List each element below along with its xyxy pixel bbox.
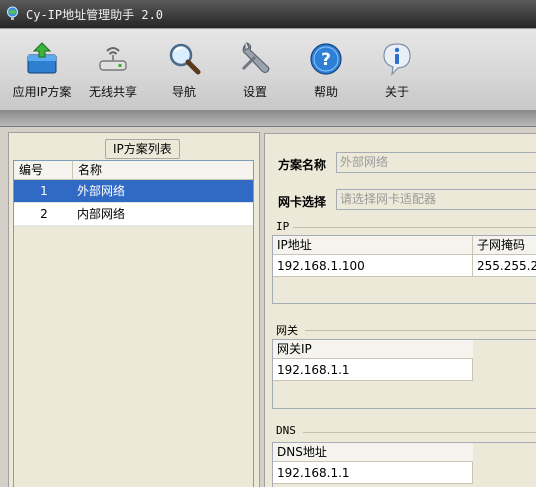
nic-select-dropdown[interactable]: 请选择网卡适配器 (336, 189, 536, 210)
ip-section-divider (293, 227, 536, 228)
help-button[interactable]: ? 帮助 (291, 35, 361, 105)
settings-label: 设置 (242, 85, 267, 99)
svg-text:?: ? (321, 50, 331, 70)
main-area: IP方案列表 编号 名称 1 外部网络 2 内部网络 方案名称 外部网络 网卡选… (0, 126, 536, 487)
ip-address-cell[interactable]: 192.168.1.100 (273, 255, 473, 277)
window-title: Cy-IP地址管理助手 2.0 (26, 8, 164, 22)
ip-plan-list-panel: IP方案列表 编号 名称 1 外部网络 2 内部网络 (8, 132, 260, 487)
list-item-id: 2 (40, 207, 48, 221)
subnet-mask-cell[interactable]: 255.255.2 (473, 255, 536, 277)
ip-section-title: IP (276, 220, 290, 233)
plan-name-label: 方案名称 (278, 158, 327, 172)
wireless-share-icon (99, 47, 127, 71)
info-icon (383, 43, 411, 76)
help-label: 帮助 (313, 85, 338, 99)
list-header: 编号 名称 (14, 161, 253, 180)
navigation-button[interactable]: 导航 (149, 35, 219, 105)
settings-button[interactable]: 设置 (220, 35, 290, 105)
wrench-icon (241, 41, 270, 74)
gateway-section-title: 网关 (276, 324, 298, 337)
dns-address-column-header[interactable]: DNS地址 (273, 443, 473, 462)
gateway-grid[interactable]: 网关IP 192.168.1.1 (272, 339, 536, 409)
navigation-label: 导航 (171, 85, 196, 99)
apply-ip-plan-label: 应用IP方案 (12, 85, 72, 99)
dns-section-divider (303, 432, 536, 433)
apply-ip-plan-button[interactable]: 应用IP方案 (7, 35, 77, 105)
column-header-name[interactable]: 名称 (74, 161, 254, 180)
ip-plan-list[interactable]: 编号 名称 1 外部网络 2 内部网络 (13, 160, 254, 487)
wireless-share-button[interactable]: 无线共享 (78, 35, 148, 105)
nic-select-label: 网卡选择 (278, 195, 327, 209)
list-item[interactable]: 1 外部网络 (14, 180, 253, 203)
list-item[interactable]: 2 内部网络 (14, 203, 253, 226)
app-globe-icon (7, 6, 18, 20)
apply-package-icon (27, 42, 57, 74)
column-header-id[interactable]: 编号 (14, 161, 73, 180)
toolbar: 应用IP方案 无线共享 导航 设置 ? 帮助 关于 (0, 28, 536, 110)
dns-section-title: DNS (276, 424, 296, 437)
help-icon: ? (310, 43, 342, 75)
subnet-mask-column-header[interactable]: 子网掩码 (473, 236, 536, 255)
dns-address-cell[interactable]: 192.168.1.1 (273, 462, 473, 484)
list-item-name: 内部网络 (77, 207, 126, 221)
ip-grid-header: IP地址 子网掩码 (273, 236, 536, 255)
list-item-id: 1 (40, 184, 48, 198)
dns-grid[interactable]: DNS地址 192.168.1.1 (272, 442, 536, 487)
gateway-grid-row[interactable]: 192.168.1.1 (273, 359, 536, 381)
about-label: 关于 (384, 85, 409, 99)
ip-address-column-header[interactable]: IP地址 (273, 236, 473, 255)
ip-plan-list-title: IP方案列表 (105, 139, 180, 159)
wireless-share-label: 无线共享 (88, 85, 137, 99)
ip-grid[interactable]: IP地址 子网掩码 192.168.1.100 255.255.2 (272, 235, 536, 304)
title-bar: Cy-IP地址管理助手 2.0 (0, 0, 536, 28)
gateway-section-divider (305, 330, 536, 331)
plan-detail-panel: 方案名称 外部网络 网卡选择 请选择网卡适配器 IP IP地址 子网掩码 192… (264, 133, 536, 487)
gateway-ip-cell[interactable]: 192.168.1.1 (273, 359, 473, 381)
toolbar-separator-band (0, 110, 536, 126)
dns-grid-header: DNS地址 (273, 443, 473, 462)
about-button[interactable]: 关于 (362, 35, 432, 105)
gateway-grid-header: 网关IP (273, 340, 473, 359)
dns-grid-row[interactable]: 192.168.1.1 (273, 462, 536, 484)
plan-name-field[interactable]: 外部网络 (336, 152, 536, 173)
list-item-name: 外部网络 (77, 184, 126, 198)
ip-grid-row[interactable]: 192.168.1.100 255.255.2 (273, 255, 536, 277)
magnifier-icon (169, 43, 201, 75)
gateway-ip-column-header[interactable]: 网关IP (273, 340, 473, 359)
